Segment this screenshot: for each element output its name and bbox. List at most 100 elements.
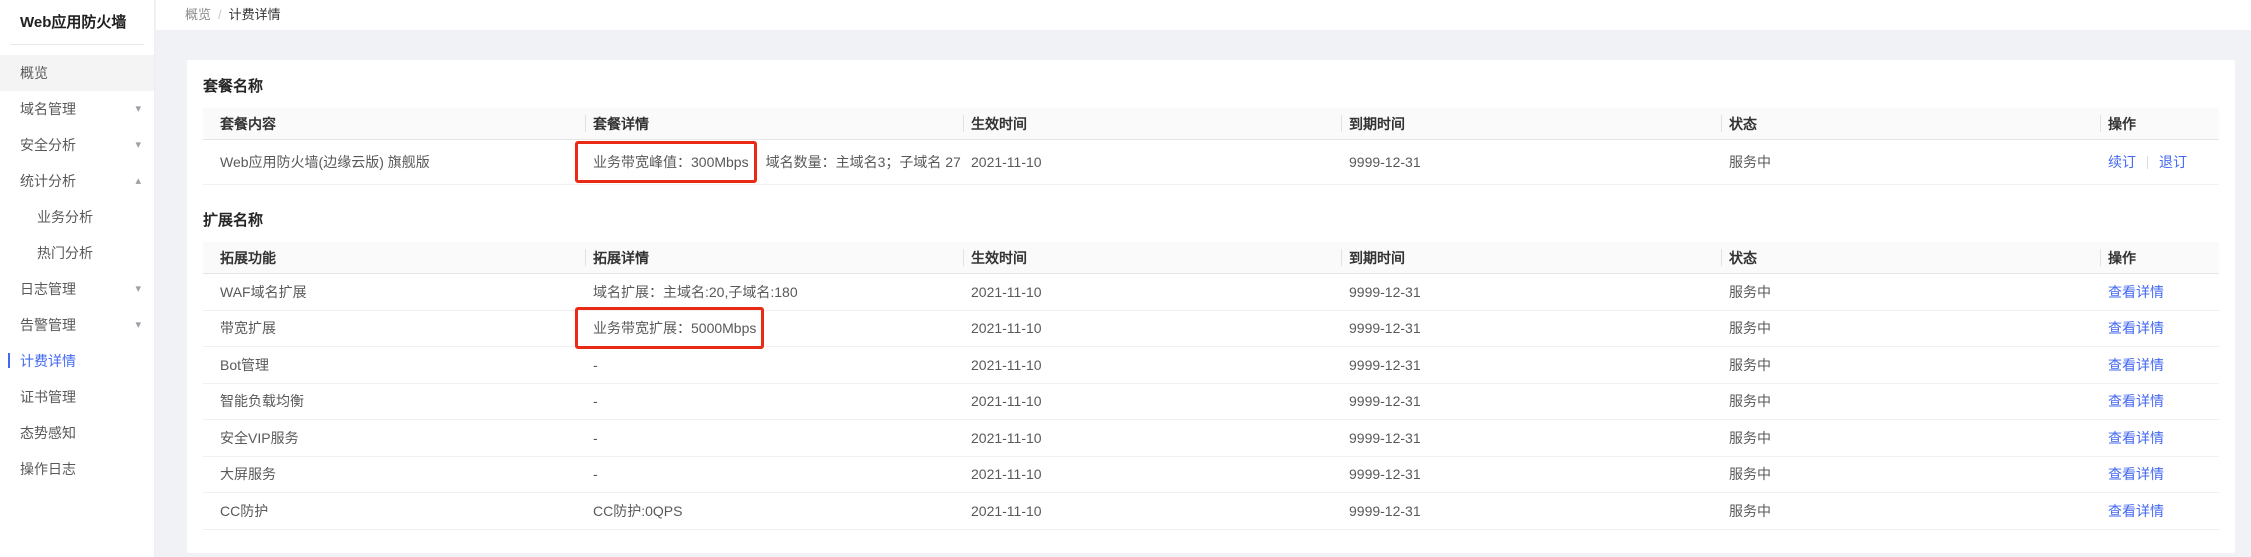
sidebar-divider	[10, 44, 144, 45]
effective-date-cell: 2021-11-10	[963, 311, 1341, 347]
view-details-link[interactable]: 查看详情	[2108, 282, 2164, 302]
view-details-link[interactable]: 查看详情	[2108, 464, 2164, 484]
view-details-link[interactable]: 查看详情	[2108, 428, 2164, 448]
col-header-extension-detail: 拓展详情	[585, 242, 963, 273]
package-section-title: 套餐名称	[203, 60, 2219, 96]
detail-cell: CC防护:0QPS	[585, 493, 963, 529]
table-row: 大屏服务 - 2021-11-10 9999-12-31 服务中 查看详情	[203, 457, 2219, 494]
table-row: 安全VIP服务 - 2021-11-10 9999-12-31 服务中 查看详情	[203, 420, 2219, 457]
status-cell: 服务中	[1721, 347, 2100, 383]
feature-cell: CC防护	[203, 493, 585, 529]
sidebar: Web应用防火墙 概览 域名管理▾ 安全分析▾ 统计分析▴ 业务分析 热门分析 …	[0, 0, 155, 557]
unsubscribe-link[interactable]: 退订	[2159, 152, 2187, 172]
sidebar-item-alert-management[interactable]: 告警管理▾	[0, 307, 154, 343]
actions-cell: 续订 退订	[2100, 140, 2219, 184]
status-cell: 服务中	[1721, 140, 2100, 184]
feature-cell: 智能负载均衡	[203, 384, 585, 420]
package-table-row: Web应用防火墙(边缘云版) 旗舰版 业务带宽峰值：300Mbps 域名数量：主…	[203, 140, 2219, 185]
actions-cell: 查看详情	[2100, 420, 2219, 456]
expire-date-cell: 9999-12-31	[1341, 493, 1721, 529]
domain-quota-text: 域名数量：主域名3；子域名 27	[766, 152, 961, 172]
sidebar-item-business-analysis[interactable]: 业务分析	[0, 199, 154, 235]
app-title: Web应用防火墙	[0, 0, 154, 32]
feature-cell: WAF域名扩展	[203, 274, 585, 310]
col-header-status: 状态	[1721, 242, 2100, 273]
breadcrumb-current: 计费详情	[229, 7, 281, 22]
effective-date-cell: 2021-11-10	[963, 384, 1341, 420]
sidebar-item-statistics-analysis[interactable]: 统计分析▴	[0, 163, 154, 199]
view-details-link[interactable]: 查看详情	[2108, 355, 2164, 375]
effective-date-cell: 2021-11-10	[963, 420, 1341, 456]
annotation-box-bandwidth-extension: 业务带宽扩展：5000Mbps	[575, 307, 764, 349]
view-details-link[interactable]: 查看详情	[2108, 318, 2164, 338]
action-divider	[2147, 156, 2148, 169]
expire-date-cell: 9999-12-31	[1341, 311, 1721, 347]
col-header-expire-date: 到期时间	[1341, 242, 1721, 273]
actions-cell: 查看详情	[2100, 493, 2219, 529]
package-detail-cell: 业务带宽峰值：300Mbps 域名数量：主域名3；子域名 27	[585, 140, 963, 184]
expire-date-cell: 9999-12-31	[1341, 420, 1721, 456]
col-header-actions: 操作	[2100, 242, 2219, 273]
expire-date-cell: 9999-12-31	[1341, 274, 1721, 310]
table-row: 带宽扩展 业务带宽扩展：5000Mbps 2021-11-10 9999-12-…	[203, 311, 2219, 348]
feature-cell: Bot管理	[203, 347, 585, 383]
view-details-link[interactable]: 查看详情	[2108, 391, 2164, 411]
table-row: CC防护 CC防护:0QPS 2021-11-10 9999-12-31 服务中…	[203, 493, 2219, 530]
sidebar-item-certificate-management[interactable]: 证书管理	[0, 379, 154, 415]
sidebar-item-overview[interactable]: 概览	[0, 55, 154, 91]
extension-table: 拓展功能 拓展详情 生效时间 到期时间 状态 操作 WAF域名扩展 域名扩展：主…	[203, 242, 2219, 530]
renew-link[interactable]: 续订	[2108, 152, 2136, 172]
sidebar-item-situation-awareness[interactable]: 态势感知	[0, 415, 154, 451]
col-header-status: 状态	[1721, 108, 2100, 139]
package-table: 套餐内容 套餐详情 生效时间 到期时间 状态 操作 Web应用防火墙(边缘云版)…	[203, 108, 2219, 185]
effective-date-cell: 2021-11-10	[963, 493, 1341, 529]
sidebar-item-security-analysis[interactable]: 安全分析▾	[0, 127, 154, 163]
expire-date-cell: 9999-12-31	[1341, 347, 1721, 383]
col-header-package-detail: 套餐详情	[585, 108, 963, 139]
effective-date-cell: 2021-11-10	[963, 140, 1341, 184]
billing-details-card: 套餐名称 套餐内容 套餐详情 生效时间 到期时间 状态 操作 Web应用防火墙(…	[187, 60, 2235, 553]
sidebar-item-domain-management[interactable]: 域名管理▾	[0, 91, 154, 127]
detail-cell: 域名扩展：主域名:20,子域名:180	[585, 274, 963, 310]
col-header-expire-date: 到期时间	[1341, 108, 1721, 139]
table-row: 智能负载均衡 - 2021-11-10 9999-12-31 服务中 查看详情	[203, 384, 2219, 421]
col-header-effective-date: 生效时间	[963, 108, 1341, 139]
status-cell: 服务中	[1721, 457, 2100, 493]
breadcrumb-overview-link[interactable]: 概览	[185, 7, 211, 22]
detail-cell: -	[585, 347, 963, 383]
expire-date-cell: 9999-12-31	[1341, 140, 1721, 184]
col-header-actions: 操作	[2100, 108, 2219, 139]
package-content-cell: Web应用防火墙(边缘云版) 旗舰版	[203, 140, 585, 184]
sidebar-item-log-management[interactable]: 日志管理▾	[0, 271, 154, 307]
col-header-effective-date: 生效时间	[963, 242, 1341, 273]
expire-date-cell: 9999-12-31	[1341, 457, 1721, 493]
breadcrumb: 概览/计费详情	[156, 0, 2251, 30]
table-row: WAF域名扩展 域名扩展：主域名:20,子域名:180 2021-11-10 9…	[203, 274, 2219, 311]
top-bar: 概览/计费详情	[156, 0, 2251, 30]
table-row: Bot管理 - 2021-11-10 9999-12-31 服务中 查看详情	[203, 347, 2219, 384]
col-header-package-content: 套餐内容	[203, 108, 585, 139]
sidebar-item-hot-analysis[interactable]: 热门分析	[0, 235, 154, 271]
actions-cell: 查看详情	[2100, 384, 2219, 420]
view-details-link[interactable]: 查看详情	[2108, 501, 2164, 521]
detail-cell: 业务带宽扩展：5000Mbps	[585, 311, 963, 347]
actions-cell: 查看详情	[2100, 457, 2219, 493]
extension-table-header: 拓展功能 拓展详情 生效时间 到期时间 状态 操作	[203, 242, 2219, 274]
actions-cell: 查看详情	[2100, 347, 2219, 383]
package-table-header: 套餐内容 套餐详情 生效时间 到期时间 状态 操作	[203, 108, 2219, 140]
status-cell: 服务中	[1721, 274, 2100, 310]
detail-cell: -	[585, 384, 963, 420]
detail-cell: -	[585, 457, 963, 493]
col-header-extension-feature: 拓展功能	[203, 242, 585, 273]
chevron-up-icon: ▴	[135, 163, 141, 199]
effective-date-cell: 2021-11-10	[963, 274, 1341, 310]
status-cell: 服务中	[1721, 311, 2100, 347]
sidebar-item-billing-details[interactable]: 计费详情	[0, 343, 154, 379]
sidebar-item-operation-log[interactable]: 操作日志	[0, 451, 154, 487]
chevron-down-icon: ▾	[135, 307, 141, 343]
annotation-box-bandwidth-peak: 业务带宽峰值：300Mbps	[575, 141, 757, 183]
extension-section-title: 扩展名称	[203, 209, 2219, 230]
status-cell: 服务中	[1721, 384, 2100, 420]
feature-cell: 安全VIP服务	[203, 420, 585, 456]
chevron-down-icon: ▾	[135, 127, 141, 163]
